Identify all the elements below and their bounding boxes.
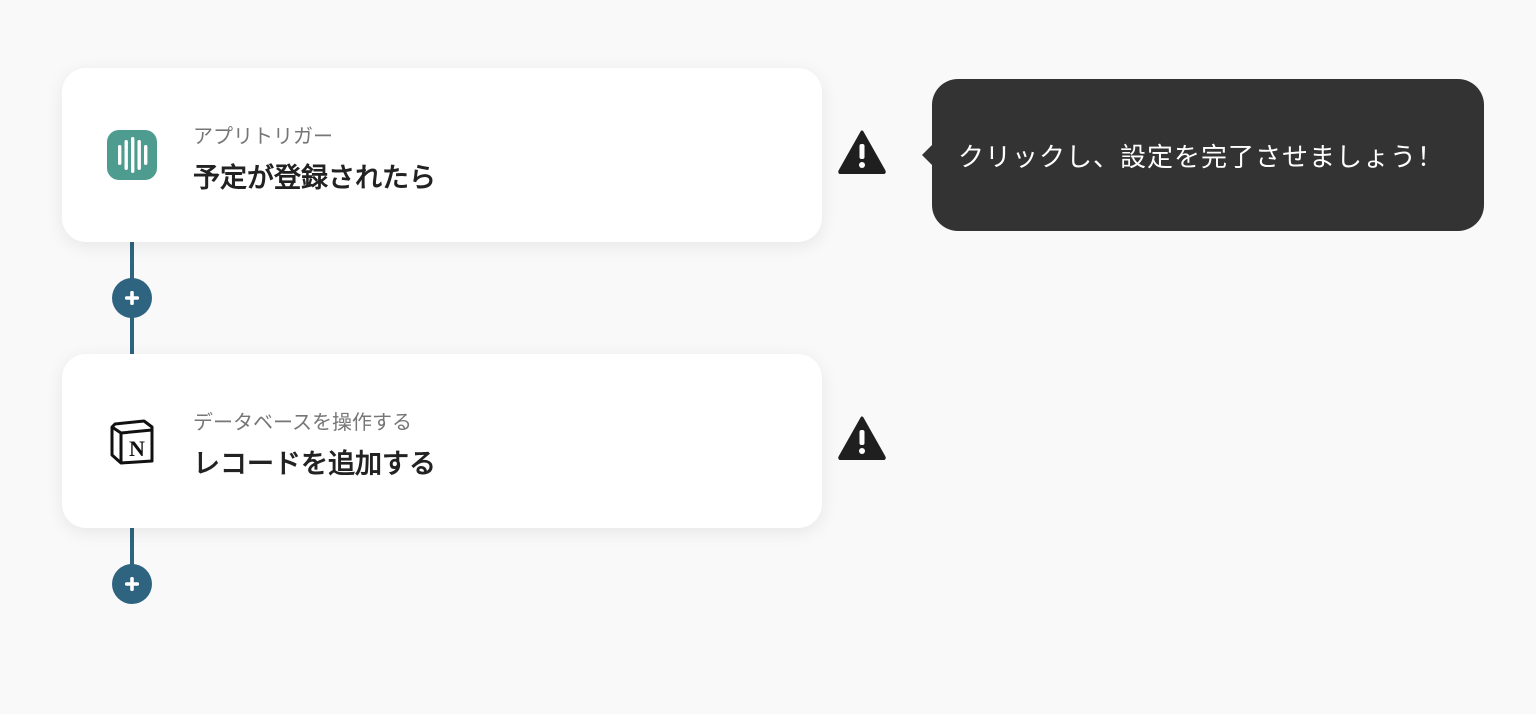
svg-text:N: N [129,436,145,461]
step-title: 予定が登録されたら [193,163,436,194]
timerex-waveform-icon [107,130,157,180]
add-step-button[interactable] [112,278,152,318]
flow-step-action[interactable]: N データベースを操作する レコードを追加する [62,354,822,528]
tooltip-text: クリックし、設定を完了させましょう！ [958,143,1445,173]
add-step-button[interactable] [112,564,152,604]
plus-icon [125,577,139,591]
notion-icon: N [107,416,157,466]
step-title: レコードを追加する [193,449,436,480]
setup-tooltip: クリックし、設定を完了させましょう！ [922,79,1484,231]
flow-step-trigger[interactable]: アプリトリガー 予定が登録されたら [62,68,822,242]
warning-icon [838,416,886,461]
plus-icon [125,291,139,305]
warning-icon [838,130,886,175]
step-subtitle: データベースを操作する [193,410,412,434]
step-subtitle: アプリトリガー [193,124,333,148]
